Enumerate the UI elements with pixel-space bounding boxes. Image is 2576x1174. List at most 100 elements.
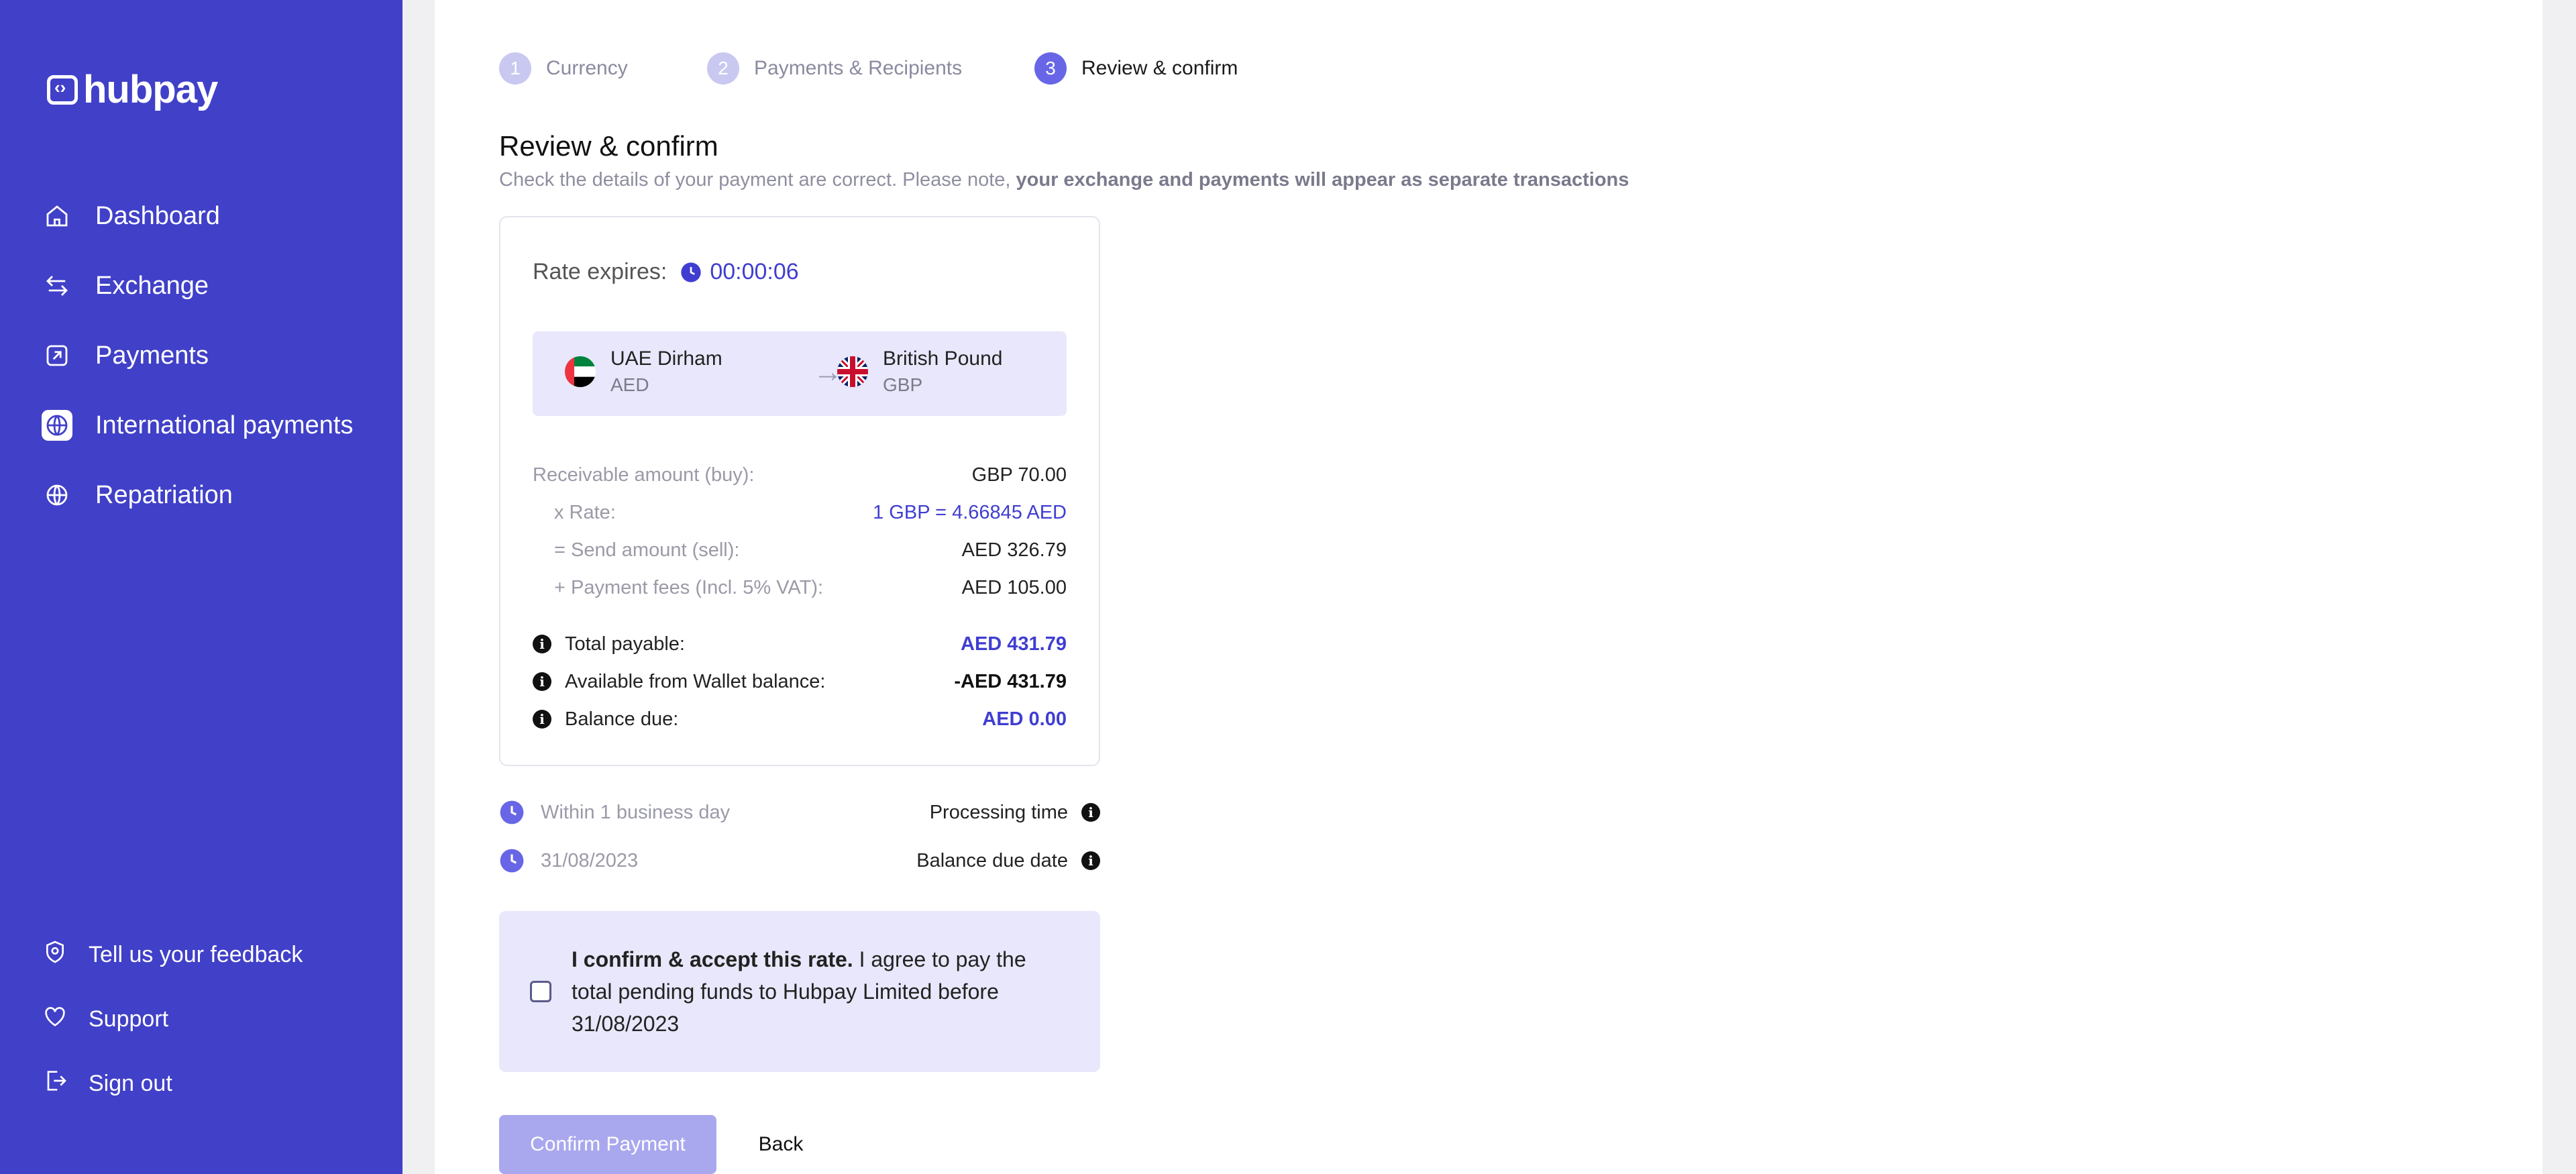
totals: i Total payable: AED 431.79 i Available fr… (533, 625, 1067, 738)
sidebar-item-label: Repatriation (95, 480, 233, 509)
rate-value: 1 GBP = 4.66845 AED (873, 501, 1067, 523)
sidebar-item-label: Dashboard (95, 201, 220, 230)
send-amount-row: = Send amount (sell): AED 326.79 (533, 531, 1067, 569)
sidebar-item-repatriation[interactable]: Repatriation (42, 460, 377, 530)
subtitle-text: Check the details of your payment are co… (499, 169, 1016, 191)
confirm-payment-button[interactable]: Confirm Payment (499, 1115, 716, 1174)
fees-row: + Payment fees (Incl. 5% VAT): AED 105.0… (533, 569, 1067, 606)
heart-icon (42, 1003, 68, 1036)
receivable-label: Receivable amount (buy): (533, 464, 755, 486)
step-payments-recipients[interactable]: 2 Payments & Recipients (707, 52, 1034, 85)
sidebar-item-label: Support (89, 1006, 169, 1032)
send-amount-value: AED 326.79 (961, 539, 1067, 561)
balance-due-row: i Balance due: AED 0.00 (533, 700, 1067, 738)
processing-time-row: Within 1 business day Processing time i (499, 800, 1100, 825)
page-title: Review & confirm (499, 130, 718, 162)
feedback-icon (42, 939, 68, 971)
step-number: 1 (499, 52, 531, 85)
sidebar-item-label: International payments (95, 411, 354, 439)
hubpay-logo[interactable]: hubpay (47, 67, 218, 112)
rate-expiry: Rate expires: 00:00:06 (533, 259, 799, 285)
balance-due-date-value: 31/08/2023 (541, 849, 639, 871)
step-review-confirm[interactable]: 3 Review & confirm (1034, 52, 1238, 85)
amount-breakdown: Receivable amount (buy): GBP 70.00 x Rat… (533, 456, 1067, 606)
info-icon[interactable]: i (533, 710, 551, 729)
globe-icon (42, 480, 72, 511)
balance-due-label: Balance due: (565, 708, 679, 730)
info-icon[interactable]: i (1081, 851, 1100, 870)
clock-icon (500, 849, 524, 873)
sidebar-item-support[interactable]: Support (42, 987, 377, 1051)
fees-value: AED 105.00 (961, 576, 1067, 598)
payment-summary-card: Rate expires: 00:00:06 UAE Dirham AED → (499, 216, 1100, 766)
step-label: Review & confirm (1081, 57, 1238, 79)
to-currency: British Pound GBP (837, 348, 1002, 396)
processing-time-value: Within 1 business day (541, 801, 731, 823)
fees-label: + Payment fees (Incl. 5% VAT): (554, 576, 824, 598)
accept-rate-checkbox[interactable] (530, 981, 551, 1002)
rate-label: x Rate: (554, 501, 616, 523)
processing-time-label: Processing time (929, 801, 1068, 823)
info-icon[interactable]: i (533, 635, 551, 653)
globe-icon (42, 410, 72, 441)
uae-flag-icon (565, 356, 596, 387)
total-payable-value: AED 431.79 (961, 633, 1067, 655)
home-icon (42, 201, 72, 231)
balance-due-value: AED 0.00 (982, 708, 1067, 730)
from-currency-name: UAE Dirham (610, 348, 722, 370)
step-currency[interactable]: 1 Currency (499, 52, 707, 85)
rate-expiry-label: Rate expires: (533, 259, 667, 284)
subtitle-bold-text: your exchange and payments will appear a… (1016, 169, 1629, 191)
hubpay-logo-icon (47, 74, 78, 105)
wallet-balance-row: i Available from Wallet balance: -AED 431… (533, 663, 1067, 700)
wallet-balance-label: Available from Wallet balance: (565, 670, 826, 692)
total-payable-row: i Total payable: AED 431.79 (533, 625, 1067, 663)
page-subtitle: Check the details of your payment are co… (499, 169, 1629, 191)
step-label: Currency (546, 57, 628, 79)
to-currency-name: British Pound (883, 348, 1003, 370)
step-number: 3 (1034, 52, 1067, 85)
receivable-value: GBP 70.00 (971, 464, 1067, 486)
wallet-balance-value: -AED 431.79 (954, 670, 1067, 692)
sidebar-item-international-payments[interactable]: International payments (42, 390, 377, 460)
rate-confirmation: I confirm & accept this rate. I agree to… (499, 911, 1100, 1072)
sign-out-icon (42, 1067, 68, 1100)
step-label: Payments & Recipients (754, 57, 963, 79)
main-panel: 1 Currency 2 Payments & Recipients 3 Rev… (435, 0, 2542, 1174)
exchange-icon (42, 270, 72, 301)
sidebar-item-label: Tell us your feedback (89, 941, 303, 967)
sidebar-item-label: Exchange (95, 271, 209, 300)
back-button[interactable]: Back (747, 1115, 814, 1174)
info-icon[interactable]: i (1081, 803, 1100, 822)
sidebar-item-label: Sign out (89, 1070, 172, 1096)
sidebar-item-payments[interactable]: Payments (42, 321, 377, 390)
sidebar-item-exchange[interactable]: Exchange (42, 251, 377, 321)
sidebar: hubpay Dashboard Exchange Payments Inter… (0, 0, 402, 1174)
brand-name: hubpay (83, 68, 218, 111)
sidebar-item-label: Payments (95, 341, 209, 370)
sidebar-nav: Dashboard Exchange Payments Internationa… (42, 181, 377, 530)
total-payable-label: Total payable: (565, 633, 685, 655)
balance-due-date-label: Balance due date (916, 849, 1068, 871)
rate-row: x Rate: 1 GBP = 4.66845 AED (533, 494, 1067, 531)
stepper: 1 Currency 2 Payments & Recipients 3 Rev… (499, 52, 1238, 85)
payment-icon (42, 340, 72, 371)
to-currency-code: GBP (883, 374, 923, 395)
uk-flag-icon (837, 356, 868, 387)
receivable-row: Receivable amount (buy): GBP 70.00 (533, 456, 1067, 494)
sidebar-footer: Tell us your feedback Support Sign out (42, 922, 377, 1116)
info-icon[interactable]: i (533, 672, 551, 691)
step-number: 2 (707, 52, 739, 85)
rate-timer: 00:00:06 (710, 259, 799, 284)
balance-due-date-row: 31/08/2023 Balance due date i (499, 848, 1100, 873)
clock-icon (681, 262, 701, 282)
sidebar-item-sign-out[interactable]: Sign out (42, 1051, 377, 1116)
from-currency: UAE Dirham AED (565, 348, 722, 396)
clock-icon (500, 800, 524, 824)
confirmation-text: I confirm & accept this rate. I agree to… (572, 943, 1068, 1040)
sidebar-item-dashboard[interactable]: Dashboard (42, 181, 377, 251)
sidebar-item-feedback[interactable]: Tell us your feedback (42, 922, 377, 987)
from-currency-code: AED (610, 374, 649, 395)
send-amount-label: = Send amount (sell): (554, 539, 740, 561)
confirmation-bold-text: I confirm & accept this rate. (572, 947, 853, 971)
